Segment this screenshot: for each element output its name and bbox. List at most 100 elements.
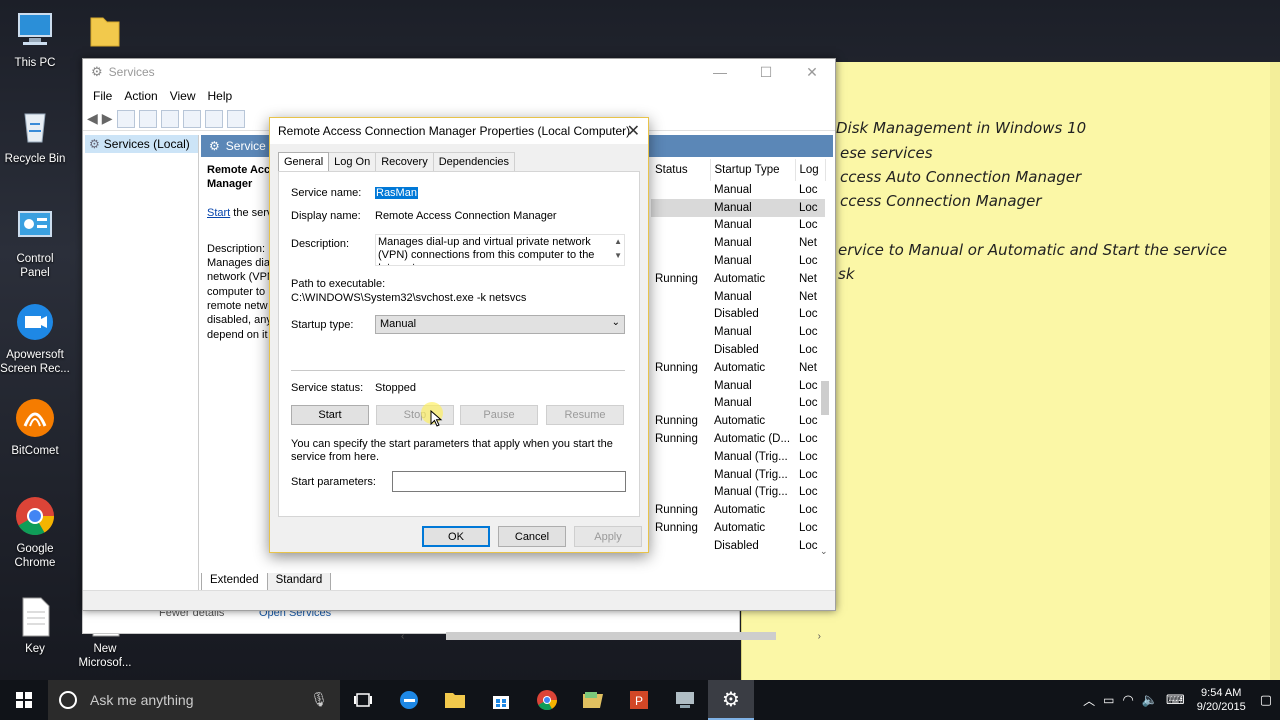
table-row[interactable]: Running Automatic Loc (651, 412, 825, 430)
taskbar-computer-management[interactable] (662, 680, 708, 720)
table-row[interactable]: Manual (Trig... Loc (651, 466, 825, 484)
notification-icon[interactable]: ▢ (1260, 692, 1272, 708)
refresh-icon[interactable] (160, 109, 179, 128)
folder-icon (90, 17, 120, 47)
table-row[interactable]: Manual Loc (651, 252, 825, 270)
desktop-icon-label: Key (25, 643, 45, 655)
table-row[interactable]: Manual Loc (651, 198, 825, 217)
cancel-button[interactable]: Cancel (498, 526, 566, 547)
cortana-search-box[interactable]: Ask me anything 🎙 (48, 680, 340, 720)
table-row[interactable]: Running Automatic (D... Loc (651, 430, 825, 448)
apply-button[interactable]: Apply (574, 526, 642, 547)
taskbar-services[interactable]: ⚙ (708, 680, 754, 720)
table-row[interactable]: Disabled Loc (651, 341, 825, 359)
chevron-up-icon[interactable]: ︿ (1083, 692, 1095, 709)
desktop-icon-chrome[interactable]: Google Chrome (0, 494, 70, 570)
back-arrow-icon[interactable]: ◀ (87, 110, 98, 127)
start-button[interactable] (0, 680, 48, 720)
scroll-arrows-icon[interactable]: ▲ ▼ (614, 235, 622, 263)
table-row[interactable]: Manual Loc (651, 217, 825, 235)
desktop-icon-control-panel[interactable]: Control Panel (0, 204, 70, 280)
description-textbox[interactable]: Manages dial-up and virtual private netw… (375, 234, 625, 266)
help-icon[interactable] (204, 109, 223, 128)
export-icon[interactable] (182, 109, 201, 128)
scrollbar-thumb[interactable] (821, 381, 829, 415)
close-button[interactable]: ✕ (789, 59, 835, 85)
sticky-scrollbar[interactable] (1270, 62, 1280, 680)
desktop-icon-this-pc[interactable]: This PC (0, 8, 70, 70)
table-row[interactable]: Running Automatic Net (651, 359, 825, 377)
task-view-button[interactable] (340, 680, 386, 720)
start-service-link[interactable]: Start (207, 207, 230, 219)
clock[interactable]: 9:54 AM 9/20/2015 (1197, 686, 1246, 714)
chevron-down-icon[interactable]: ⌄ (820, 546, 828, 557)
detail-description-line: network (VPN (207, 271, 273, 284)
vertical-scrollbar[interactable]: ⌄ (819, 181, 831, 556)
properties-icon[interactable] (138, 109, 157, 128)
maximize-button[interactable]: ☐ (743, 59, 789, 85)
menu-view[interactable]: View (164, 89, 202, 103)
pause-button[interactable]: Pause (460, 405, 538, 425)
taskbar-chrome[interactable] (524, 680, 570, 720)
table-row[interactable]: Manual Loc (651, 181, 825, 199)
table-row[interactable]: Manual Loc (651, 323, 825, 341)
battery-icon[interactable]: ▭ (1103, 693, 1114, 707)
tab-recovery[interactable]: Recovery (375, 152, 434, 172)
tab-extended[interactable]: Extended (201, 573, 268, 591)
taskbar-store[interactable] (478, 680, 524, 720)
tab-standard[interactable]: Standard (266, 573, 332, 591)
table-row[interactable]: Disabled Loc (651, 537, 825, 555)
table-row[interactable]: Manual (Trig... Loc (651, 448, 825, 466)
desktop-icon-key[interactable]: Key (0, 594, 70, 656)
table-row[interactable]: Disabled Loc (651, 306, 825, 324)
chevron-left-icon[interactable]: ‹ (401, 631, 404, 642)
column-status[interactable]: Status (651, 159, 711, 181)
start-params-input[interactable] (392, 471, 626, 492)
display-name-label: Display name: (291, 210, 361, 222)
table-row[interactable]: Manual Loc (651, 377, 825, 395)
chevron-right-icon[interactable]: › (818, 631, 821, 642)
menu-help[interactable]: Help (202, 89, 239, 103)
minimize-button[interactable]: — (697, 59, 743, 85)
keyboard-icon[interactable]: ⌨ (1166, 692, 1185, 708)
resume-button[interactable]: Resume (546, 405, 624, 425)
wifi-icon[interactable]: ◠ (1122, 692, 1133, 708)
tab-dependencies[interactable]: Dependencies (432, 152, 516, 172)
console-tree-icon[interactable] (116, 109, 135, 128)
tree-node-services-local[interactable]: ⚙ Services (Local) (85, 135, 198, 153)
forward-arrow-icon[interactable]: ▶ (102, 110, 113, 127)
column-startup-type[interactable]: Startup Type (710, 159, 796, 181)
document-icon (22, 597, 50, 637)
scrollbar-thumb[interactable] (446, 632, 776, 640)
table-row[interactable]: Manual Net (651, 234, 825, 252)
view-icon[interactable] (226, 109, 245, 128)
horizontal-scrollbar[interactable]: ‹ › (401, 629, 821, 643)
menu-action[interactable]: Action (118, 89, 163, 103)
desktop-icon-bitcomet[interactable]: BitComet (0, 396, 70, 458)
taskbar-edge[interactable] (386, 680, 432, 720)
close-icon[interactable]: ✕ (627, 121, 640, 141)
tab-log-on[interactable]: Log On (328, 152, 377, 172)
menu-file[interactable]: File (87, 89, 118, 103)
taskbar-powerpoint[interactable]: P (616, 680, 662, 720)
table-row[interactable]: Running Automatic Loc (651, 501, 825, 519)
desktop-icon-recycle-bin[interactable]: Recycle Bin (0, 104, 70, 166)
table-row[interactable]: Manual Net (651, 288, 825, 306)
table-row[interactable]: Running Automatic Loc (651, 519, 825, 537)
volume-icon[interactable]: 🔈 (1142, 692, 1158, 708)
desktop-icon-folder[interactable] (70, 8, 140, 56)
column-log-on-as[interactable]: Log (795, 159, 826, 181)
cell-startup-type: Manual (714, 326, 752, 339)
startup-type-select[interactable]: Manual ⌄ (375, 315, 625, 334)
taskbar-file-explorer[interactable] (432, 680, 478, 720)
taskbar-folder-app[interactable] (570, 680, 616, 720)
ok-button[interactable]: OK (422, 526, 490, 547)
start-button[interactable]: Start (291, 405, 369, 425)
tab-general[interactable]: General (278, 152, 330, 172)
service-name-value[interactable]: RasMan (375, 187, 418, 199)
table-row[interactable]: Running Automatic Net (651, 270, 825, 288)
table-row[interactable]: Manual (Trig... Loc (651, 484, 825, 502)
desktop-icon-apowersoft[interactable]: Apowersoft Screen Rec... (0, 300, 70, 376)
table-row[interactable]: Manual Loc (651, 395, 825, 413)
microphone-icon[interactable]: 🎙 (310, 691, 328, 708)
